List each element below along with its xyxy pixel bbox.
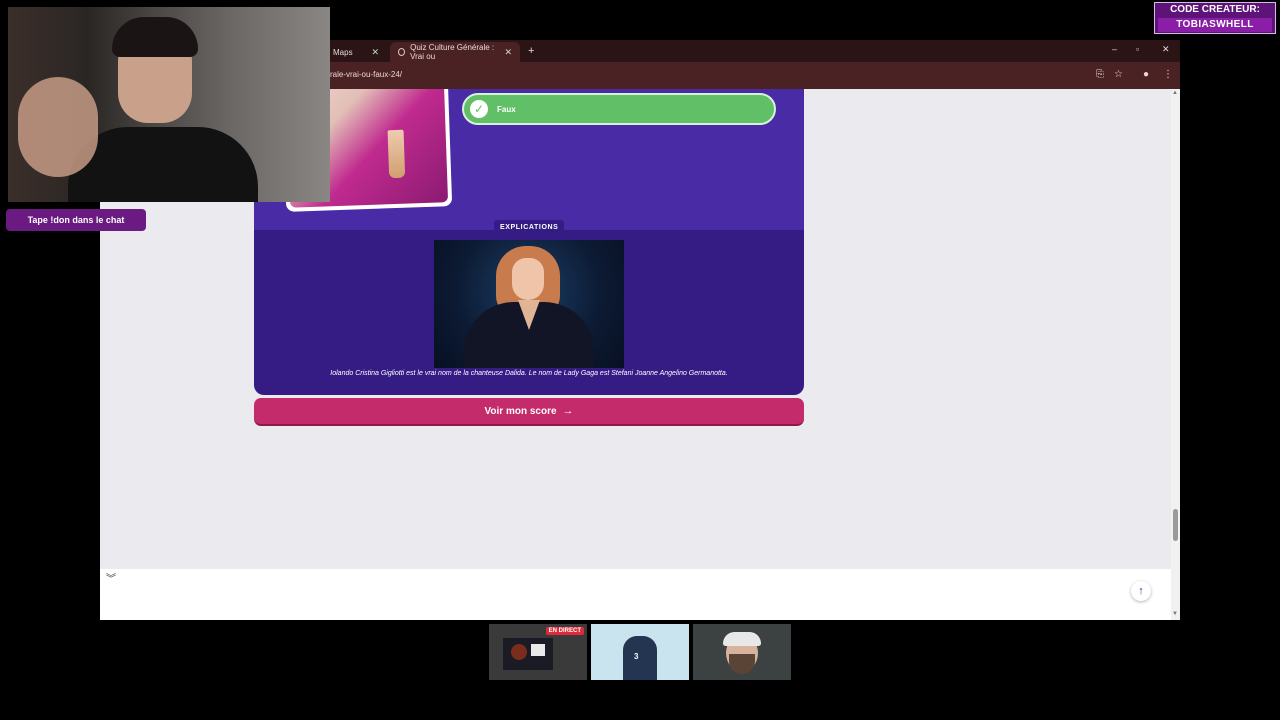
close-tab-icon[interactable]: ✕ bbox=[504, 47, 512, 58]
answer-label: Faux bbox=[497, 104, 516, 114]
bookmark-star-icon[interactable]: ☆ bbox=[1114, 69, 1123, 80]
cap-shape bbox=[723, 632, 761, 646]
see-score-button[interactable]: Voir mon score → bbox=[254, 398, 804, 426]
scroll-up-arrow-icon[interactable]: ▲ bbox=[1172, 90, 1178, 96]
scroll-to-top-button[interactable]: ↑ bbox=[1131, 581, 1151, 601]
scroll-thumb[interactable] bbox=[1173, 509, 1178, 541]
explanation-text: Iolando Cristina Gigliotti est le vrai n… bbox=[330, 370, 728, 377]
overlay-square-shape bbox=[531, 644, 545, 656]
creator-code-title: CODE CREATEUR: bbox=[1170, 4, 1260, 15]
stream-thumbnail-3[interactable] bbox=[693, 624, 791, 680]
check-icon: ✓ bbox=[470, 100, 488, 118]
stream-screen: Maps ✕ Quiz Culture Générale : Vrai ou ✕… bbox=[0, 0, 1280, 720]
webcam-dot-shape bbox=[511, 644, 527, 660]
hand-shape bbox=[18, 77, 98, 177]
beard-shape bbox=[729, 654, 755, 674]
creator-code-badge: CODE CREATEUR: TOBIASWHELL bbox=[1154, 2, 1276, 34]
close-window-icon[interactable]: ✕ bbox=[1162, 44, 1170, 55]
webcam-overlay bbox=[8, 7, 330, 202]
chevron-down-icon[interactable]: ︾ bbox=[106, 570, 116, 585]
profile-icon[interactable]: ● bbox=[1143, 69, 1149, 80]
new-tab-plus-icon[interactable]: + bbox=[528, 45, 534, 57]
sticky-ad-bar: ︾ ↑ bbox=[100, 569, 1171, 620]
close-tab-icon[interactable]: ✕ bbox=[371, 47, 379, 58]
hair-shape bbox=[112, 17, 198, 57]
champagne-glass-icon bbox=[387, 129, 406, 179]
creator-code-value: TOBIASWHELL bbox=[1158, 18, 1272, 32]
explanation-image bbox=[434, 240, 624, 368]
url-text[interactable]: rale-vrai-ou-faux-24/ bbox=[330, 70, 402, 79]
arrow-right-icon: → bbox=[562, 405, 574, 417]
jersey-number-icon: 3 bbox=[634, 652, 639, 661]
page-scrollbar[interactable]: ▲ ▼ bbox=[1171, 89, 1180, 620]
install-app-icon[interactable]: ⎘ bbox=[1096, 69, 1104, 80]
chat-command-badge: Tape !don dans le chat bbox=[6, 209, 146, 231]
face-shape bbox=[512, 258, 544, 300]
scroll-down-arrow-icon[interactable]: ▼ bbox=[1172, 611, 1178, 617]
stream-thumbnail-2[interactable]: 3 bbox=[591, 624, 689, 680]
answer-button-faux[interactable]: ✓ Faux bbox=[462, 93, 776, 125]
favicon-icon bbox=[398, 48, 406, 56]
stream-thumbnail-1[interactable]: EN DIRECT bbox=[489, 624, 587, 680]
restore-icon[interactable]: ▫ bbox=[1136, 44, 1139, 54]
tab-label: Maps bbox=[333, 47, 353, 57]
score-button-label: Voir mon score bbox=[484, 405, 557, 417]
tab-label: Quiz Culture Générale : Vrai ou bbox=[410, 43, 495, 61]
player-shape bbox=[623, 636, 657, 680]
quiz-question-panel: ✓ Faux bbox=[254, 89, 804, 230]
tab-maps[interactable]: Maps ✕ bbox=[325, 42, 387, 62]
minimize-icon[interactable]: – bbox=[1112, 44, 1117, 54]
explanation-panel: EXPLICATIONS Iolando Cristina Gigliotti … bbox=[254, 220, 804, 395]
live-badge: EN DIRECT bbox=[545, 627, 584, 635]
explanations-tag: EXPLICATIONS bbox=[494, 220, 565, 234]
tab-quiz[interactable]: Quiz Culture Générale : Vrai ou ✕ bbox=[390, 42, 520, 62]
menu-kebab-icon[interactable]: ⋮ bbox=[1163, 69, 1173, 80]
